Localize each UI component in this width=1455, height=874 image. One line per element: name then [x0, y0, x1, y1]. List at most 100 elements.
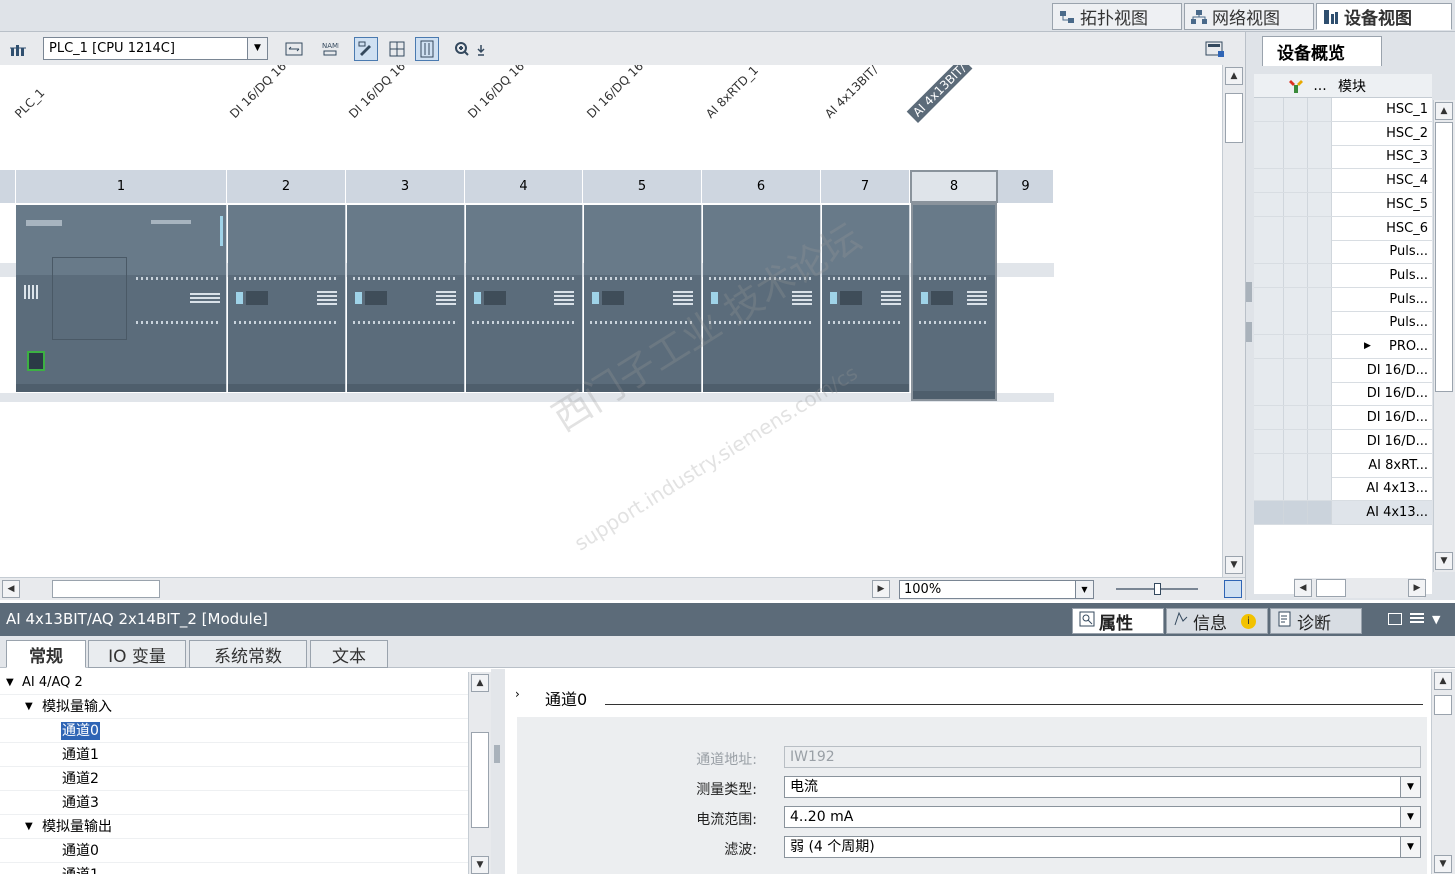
tree-group-aq[interactable]: ▼ 模拟量输出: [0, 815, 469, 839]
rack-label[interactable]: PLC_1: [12, 86, 47, 121]
zoom-select[interactable]: 100% ▼: [899, 580, 1094, 599]
zoom-slider-handle[interactable]: [1154, 583, 1161, 595]
signal-module[interactable]: [703, 205, 821, 392]
signal-module[interactable]: [584, 205, 702, 392]
overview-row[interactable]: HSC_3: [1254, 145, 1432, 170]
device-select[interactable]: PLC_1 [CPU 1214C] ▼: [43, 37, 268, 60]
rack-label[interactable]: DI 16/DQ 16: [584, 65, 646, 121]
scroll-up-icon[interactable]: ▲: [1225, 67, 1243, 85]
overview-row[interactable]: HSC_4: [1254, 169, 1432, 194]
tree-item[interactable]: 通道0: [0, 719, 469, 743]
tree-item[interactable]: 通道0: [0, 839, 469, 863]
scroll-thumb[interactable]: [1316, 579, 1346, 597]
overview-row[interactable]: Puls...: [1254, 263, 1432, 288]
panel-splitter[interactable]: [491, 669, 505, 874]
rack-label-selected[interactable]: AI 4x13BIT/: [906, 65, 973, 123]
expand-icon[interactable]: ▶: [1364, 341, 1371, 351]
overview-scrollbar[interactable]: ▲ ▼: [1433, 100, 1455, 572]
tab-device-overview[interactable]: 设备概览: [1262, 36, 1382, 66]
tab-general[interactable]: 常规: [6, 640, 86, 668]
tab-io-tags[interactable]: IO 变量: [88, 640, 186, 668]
tree-scrollbar[interactable]: ▲ ▼: [468, 672, 491, 874]
rack-label[interactable]: AI 8xRTD_1: [703, 65, 761, 121]
overview-row[interactable]: Puls...: [1254, 311, 1432, 336]
splitter-handle[interactable]: [1246, 282, 1252, 302]
signal-module[interactable]: [347, 205, 465, 392]
scroll-right-icon[interactable]: ▶: [872, 580, 890, 598]
overview-row[interactable]: ▶ PRO...: [1254, 335, 1432, 359]
tab-properties[interactable]: 属性: [1072, 608, 1164, 634]
scroll-left-icon[interactable]: ◀: [2, 580, 20, 598]
scroll-thumb[interactable]: [1434, 695, 1452, 715]
float-window-icon[interactable]: [1410, 613, 1424, 625]
signal-module[interactable]: [466, 205, 583, 392]
overview-row[interactable]: DI 16/D...: [1254, 406, 1432, 431]
tab-system-constants[interactable]: 系统常数: [189, 640, 307, 668]
overview-row[interactable]: HSC_6: [1254, 216, 1432, 241]
scroll-down-icon[interactable]: ▼: [1225, 556, 1243, 574]
slot-number[interactable]: 6: [702, 170, 821, 203]
overview-row[interactable]: HSC_1: [1254, 98, 1432, 122]
tab-diagnostics[interactable]: 诊断: [1270, 608, 1362, 634]
fit-view-icon[interactable]: [1224, 580, 1242, 598]
scroll-up-icon[interactable]: ▲: [1435, 102, 1453, 120]
scroll-thumb[interactable]: [1435, 122, 1453, 392]
overview-row[interactable]: Puls...: [1254, 287, 1432, 312]
page-layout-icon[interactable]: [415, 37, 439, 61]
overview-row[interactable]: AI 4x13...: [1254, 500, 1432, 525]
signal-module[interactable]: [822, 205, 910, 392]
slot-number[interactable]: 1: [16, 170, 227, 203]
current-range-select[interactable]: 4..20 mA ▼: [784, 806, 1421, 828]
tree-item[interactable]: 通道3: [0, 791, 469, 815]
rack-label[interactable]: AI 4x13BIT/: [822, 65, 880, 121]
expand-icon[interactable]: ▼: [6, 671, 14, 695]
tab-device-view[interactable]: 设备视图: [1316, 3, 1452, 30]
scroll-down-icon[interactable]: ▼: [471, 856, 489, 874]
canvas-horizontal-scrollbar[interactable]: ◀ ▶ 100% ▼: [0, 577, 1245, 600]
tree-item[interactable]: 通道1: [0, 743, 469, 767]
signal-module[interactable]: [228, 205, 346, 392]
overview-row[interactable]: DI 16/D...: [1254, 382, 1432, 407]
scroll-down-icon[interactable]: ▼: [1434, 855, 1452, 873]
expand-icon[interactable]: ▼: [25, 695, 33, 719]
canvas-vertical-scrollbar[interactable]: ▲ ▼: [1222, 65, 1245, 577]
restore-window-icon[interactable]: [1388, 613, 1402, 625]
slot-number[interactable]: 2: [227, 170, 346, 203]
scroll-up-icon[interactable]: ▲: [471, 674, 489, 692]
grid-icon[interactable]: [385, 37, 409, 61]
tree-group-ai[interactable]: ▼ 模拟量输入: [0, 695, 469, 719]
scroll-thumb[interactable]: [1225, 93, 1243, 143]
overview-row[interactable]: Puls...: [1254, 240, 1432, 265]
name-display-icon[interactable]: NAME: [318, 37, 342, 61]
scroll-left-icon[interactable]: ◀: [1294, 579, 1312, 597]
device-properties-icon[interactable]: [6, 37, 30, 61]
overview-row[interactable]: AI 4x13...: [1254, 477, 1432, 502]
expand-icon[interactable]: ▼: [25, 815, 33, 839]
slot-number[interactable]: 4: [465, 170, 583, 203]
scroll-up-icon[interactable]: ▲: [1434, 672, 1452, 690]
rack-label[interactable]: DI 16/DQ 16: [346, 65, 408, 121]
device-canvas[interactable]: PLC_1 DI 16/DQ 16 DI 16/DQ 16 DI 16/DQ 1…: [0, 65, 1222, 577]
chevron-down-icon[interactable]: ▼: [1432, 613, 1440, 626]
measurement-type-select[interactable]: 电流 ▼: [784, 776, 1421, 798]
tab-network-view[interactable]: 网络视图: [1184, 3, 1314, 30]
overview-row[interactable]: HSC_2: [1254, 121, 1432, 146]
overview-row[interactable]: AI 8xRT...: [1254, 453, 1432, 478]
scroll-down-icon[interactable]: ▼: [1435, 552, 1453, 570]
filter-select[interactable]: 弱 (4 个周期) ▼: [784, 836, 1421, 858]
slot-number[interactable]: 5: [583, 170, 702, 203]
swap-icon[interactable]: [282, 37, 306, 61]
section-collapse-icon[interactable]: ›: [515, 687, 520, 701]
tab-info[interactable]: 信息 i: [1166, 608, 1268, 634]
splitter-handle[interactable]: [494, 745, 500, 763]
tree-root[interactable]: ▼ AI 4/AQ 2: [0, 671, 469, 695]
rack-label[interactable]: DI 16/DQ 16: [465, 65, 527, 121]
slot-number[interactable]: 9: [998, 170, 1054, 203]
cpu-module[interactable]: [16, 205, 227, 392]
rack-label[interactable]: DI 16/DQ 16: [227, 65, 289, 121]
overview-row[interactable]: DI 16/D...: [1254, 358, 1432, 383]
tab-texts[interactable]: 文本: [310, 640, 388, 668]
ethernet-port-icon[interactable]: [27, 351, 45, 371]
show-overview-icon[interactable]: [1203, 37, 1227, 61]
header-module[interactable]: 模块: [1332, 76, 1366, 96]
